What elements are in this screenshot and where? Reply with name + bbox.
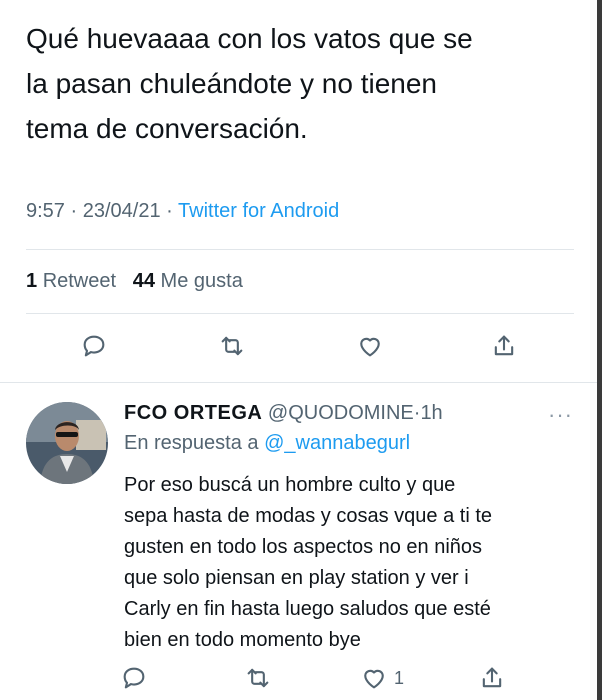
divider — [0, 382, 597, 383]
share-button[interactable] — [478, 664, 506, 692]
share-icon — [494, 335, 514, 356]
share-icon — [482, 667, 502, 688]
reply-icon — [83, 335, 105, 357]
like-count: 1 — [394, 667, 405, 688]
more-options-icon[interactable]: ··· — [548, 402, 573, 428]
tweet-stats: 1 Retweet 44 Me gusta — [26, 270, 243, 293]
reply-icon — [123, 667, 145, 689]
divider — [26, 249, 574, 250]
reply-header: FCO ORTEGA @QUODOMINE·1h — [124, 402, 443, 425]
meta-separator: · — [70, 200, 78, 222]
reply-action-bar: 1 — [0, 664, 602, 700]
likes-label: Me gusta — [160, 270, 243, 292]
retweet-icon — [221, 336, 243, 356]
avatar-photo — [26, 402, 108, 484]
share-button[interactable] — [490, 332, 518, 360]
like-button[interactable] — [356, 332, 384, 360]
likes-count: 44 — [132, 270, 155, 292]
heart-icon — [360, 337, 380, 357]
meta-separator: · — [166, 200, 173, 222]
retweet-button[interactable] — [244, 664, 272, 692]
reply-text: Por eso buscá un hombre culto y que sepa… — [124, 474, 492, 651]
reply-button[interactable] — [120, 664, 148, 692]
heart-icon — [364, 669, 384, 689]
likes-stat[interactable]: 44 Me gusta — [133, 270, 243, 292]
reply-author-name[interactable]: FCO ORTEGA — [124, 402, 262, 424]
avatar[interactable] — [26, 402, 108, 484]
retweets-count: 1 — [26, 270, 38, 292]
divider — [26, 313, 574, 314]
like-button[interactable]: 1 — [360, 664, 404, 692]
reply-to-mention[interactable]: @_wannabegurl — [264, 432, 410, 454]
reply-to-label: En respuesta a — [124, 432, 259, 454]
retweet-icon — [247, 668, 269, 688]
tweet-text: Qué huevaaaa con los vatos que se la pas… — [26, 23, 473, 144]
tweet-time: 9:57 — [26, 200, 65, 222]
reply-button[interactable] — [80, 332, 108, 360]
tweet-metadata: 9:57 · 23/04/21 · Twitter for Android — [26, 200, 339, 223]
tweet-source-link[interactable]: Twitter for Android — [178, 200, 339, 222]
reply-time[interactable]: 1h — [420, 402, 442, 424]
retweet-button[interactable] — [218, 332, 246, 360]
tweet-date: 23/04/21 — [82, 200, 161, 222]
reply-author-handle[interactable]: @QUODOMINE — [268, 402, 414, 424]
reply-context: En respuesta a @_wannabegurl — [124, 432, 410, 455]
retweets-label: Retweet — [42, 270, 117, 292]
retweets-stat[interactable]: 1 Retweet — [26, 270, 116, 292]
tweet-action-bar — [0, 332, 602, 368]
